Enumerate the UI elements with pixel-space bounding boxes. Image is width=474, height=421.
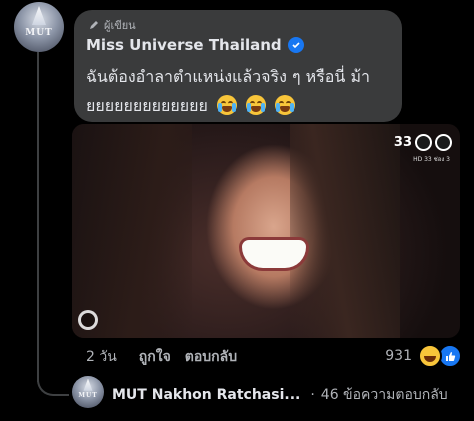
crying-face-icon bbox=[216, 95, 237, 115]
reply-count: 46 ข้อความตอบกลับ bbox=[320, 387, 448, 403]
comment-text-line-2: ยยยยยยยยยยยยย bbox=[86, 96, 208, 115]
author-badge: ผู้เขียน bbox=[88, 16, 136, 34]
comment-media-image[interactable]: 33 HD 33 ช่อง 3 bbox=[72, 124, 460, 338]
crown-logo-icon bbox=[32, 6, 46, 25]
like-button[interactable]: ถูกใจ bbox=[139, 346, 171, 368]
comment-time[interactable]: 2 วัน bbox=[86, 346, 117, 368]
reply-author-name: MUT Nakhon Ratchasi... bbox=[112, 387, 301, 403]
channel-ring-icon bbox=[415, 134, 432, 151]
haha-icon bbox=[418, 344, 442, 368]
reply-button[interactable]: ตอบกลับ bbox=[185, 346, 237, 368]
reaction-summary[interactable]: 931 bbox=[385, 344, 462, 368]
comment-actions: 2 วัน ถูกใจ ตอบกลับ bbox=[86, 346, 237, 368]
crying-face-icon bbox=[275, 95, 296, 115]
comment-text: ฉันต้องอำลาตำแหน่งแล้วจริง ๆ หรือนี่ ม้า… bbox=[86, 62, 396, 120]
reply-avatar[interactable]: MUT bbox=[72, 376, 104, 408]
reply-avatar-logo-text: MUT bbox=[78, 392, 98, 399]
thread-connector bbox=[37, 366, 69, 396]
reaction-count: 931 bbox=[385, 348, 412, 364]
author-avatar[interactable]: MUT bbox=[14, 2, 64, 52]
view-replies-link[interactable]: MUT Nakhon Ratchasi... · 46 ข้อความตอบกล… bbox=[112, 384, 448, 406]
crying-face-icon bbox=[246, 95, 267, 115]
channel-ring-icon bbox=[435, 134, 452, 151]
channel-number: 33 bbox=[393, 135, 412, 150]
avatar-logo-text: MUT bbox=[25, 28, 53, 38]
comment-bubble: ผู้เขียน Miss Universe Thailand ฉันต้องอ… bbox=[74, 10, 402, 122]
author-badge-label: ผู้เขียน bbox=[104, 19, 136, 32]
channel-subtitle: HD 33 ช่อง 3 bbox=[413, 156, 450, 163]
reply-separator: · bbox=[310, 387, 315, 403]
comment-text-line-1: ฉันต้องอำลาตำแหน่งแล้วจริง ๆ หรือนี่ ม้า bbox=[86, 67, 370, 86]
channel-logo: 33 bbox=[394, 134, 452, 151]
author-name[interactable]: Miss Universe Thailand bbox=[86, 36, 282, 54]
pen-icon bbox=[90, 21, 98, 29]
media-indicator-icon[interactable] bbox=[78, 310, 98, 330]
thread-line bbox=[37, 52, 39, 382]
verified-badge-icon bbox=[287, 37, 304, 53]
crown-logo-icon bbox=[83, 378, 93, 391]
